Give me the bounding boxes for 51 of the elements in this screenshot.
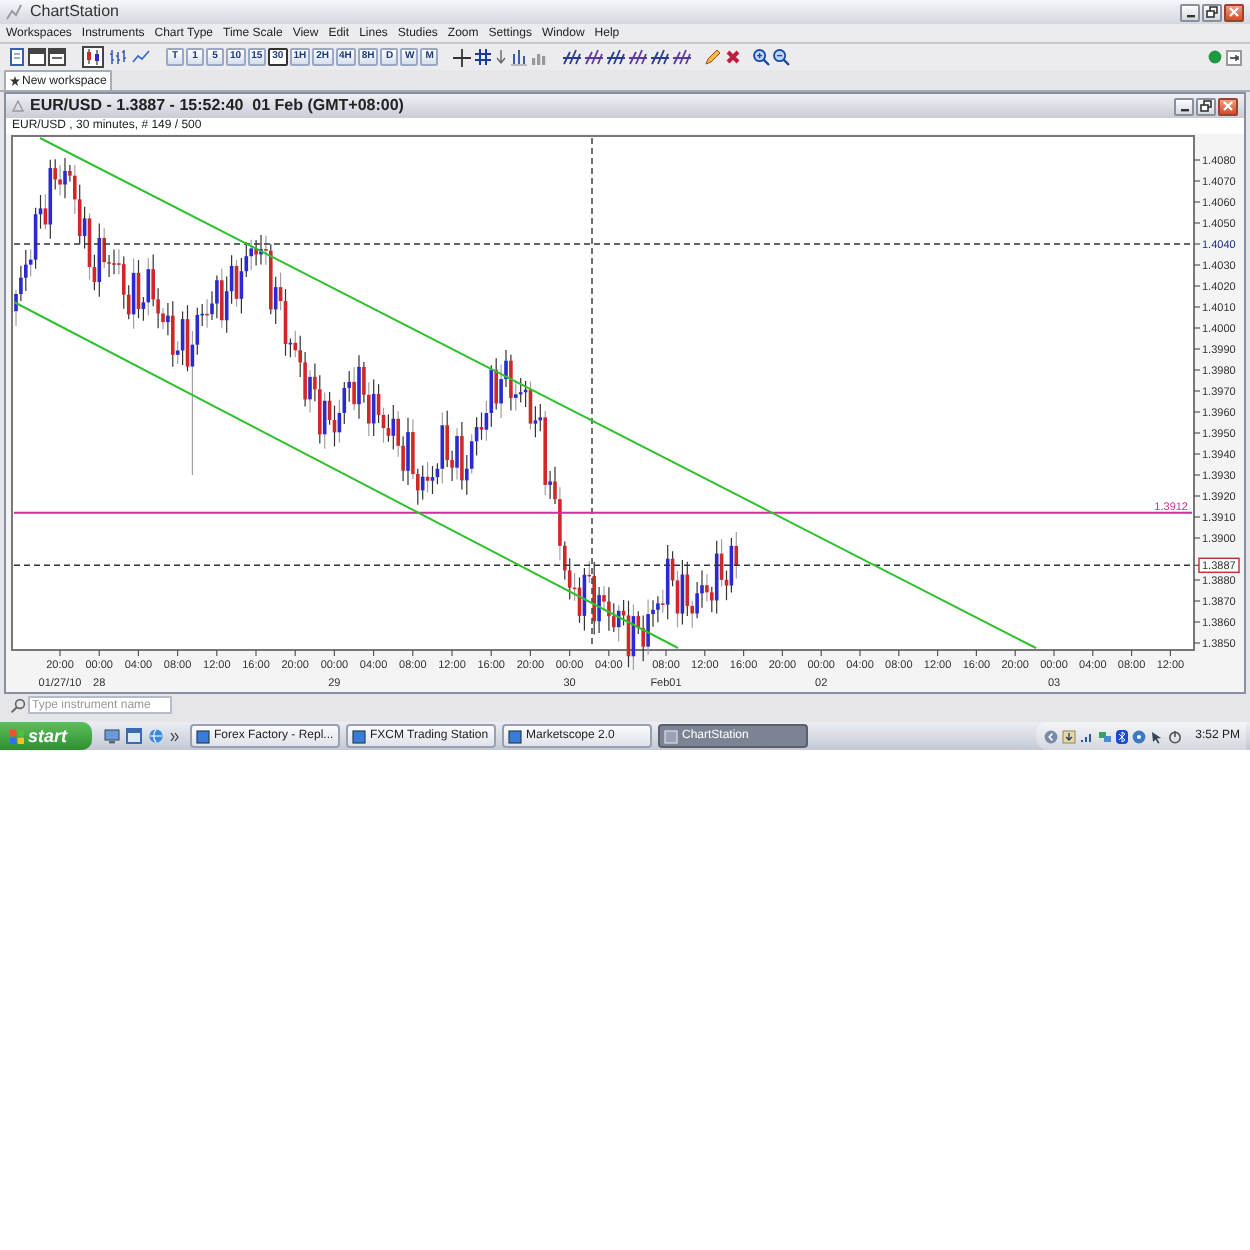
restore-button[interactable] — [1196, 97, 1216, 115]
line-tools-icon[interactable] — [650, 48, 671, 66]
chevron-icon[interactable] — [170, 731, 180, 741]
star-icon — [10, 76, 20, 86]
close-icon[interactable] — [1228, 6, 1240, 18]
status-dot-icon — [1208, 50, 1222, 64]
line-tools-icon[interactable] — [628, 48, 649, 66]
chart-window-title: EUR/USD - 1.3887 - 15:52:40 01 Feb (GMT+08:00) — [30, 98, 404, 114]
layout-icon[interactable] — [28, 48, 46, 66]
power-icon[interactable] — [1167, 729, 1182, 743]
search-icon — [10, 697, 26, 713]
program-icon — [352, 729, 366, 743]
eraser-icon[interactable] — [724, 48, 743, 66]
grid-icon[interactable] — [474, 48, 493, 66]
program-icon — [508, 729, 522, 743]
minimize-button[interactable] — [1180, 3, 1200, 21]
network-icon[interactable] — [1097, 729, 1112, 743]
line-tools-icon[interactable] — [562, 48, 583, 66]
download-icon[interactable] — [1061, 729, 1076, 743]
restore-icon[interactable] — [1200, 100, 1212, 112]
globe-icon[interactable] — [148, 728, 164, 744]
line-tools-icon[interactable] — [606, 48, 627, 66]
crosshair-icon[interactable] — [452, 47, 473, 67]
bar-chart-icon[interactable] — [510, 48, 529, 66]
pin-icon[interactable] — [1226, 49, 1242, 65]
disc-icon[interactable] — [1131, 729, 1146, 743]
line-tools-icon[interactable] — [584, 48, 605, 66]
program-icon — [664, 729, 678, 743]
arrow-down-icon[interactable] — [494, 48, 509, 66]
close-icon[interactable] — [1222, 100, 1234, 112]
zoom-out-icon[interactable] — [772, 48, 791, 66]
pencil-icon[interactable] — [704, 48, 723, 66]
close-button[interactable] — [1218, 97, 1238, 115]
program-icon — [196, 729, 210, 743]
bluetooth-icon[interactable] — [1115, 729, 1128, 743]
close-button[interactable] — [1224, 3, 1244, 21]
window-icon[interactable] — [126, 728, 142, 744]
window-title: ChartStation — [30, 4, 119, 20]
desktop-icon[interactable] — [104, 728, 120, 744]
cursor-icon[interactable] — [1149, 729, 1164, 743]
restore-icon[interactable] — [1206, 6, 1218, 18]
layout-icon[interactable] — [48, 48, 66, 66]
restore-button[interactable] — [1202, 3, 1222, 21]
app-icon — [6, 4, 22, 20]
line-tools-icon[interactable] — [672, 48, 693, 66]
signal-icon[interactable] — [1079, 729, 1094, 743]
document-icon[interactable] — [8, 48, 26, 66]
zoom-in-icon[interactable] — [752, 48, 771, 66]
triangle-icon — [12, 100, 24, 112]
minimize-button[interactable] — [1174, 97, 1194, 115]
windows-flag-icon — [10, 729, 24, 743]
